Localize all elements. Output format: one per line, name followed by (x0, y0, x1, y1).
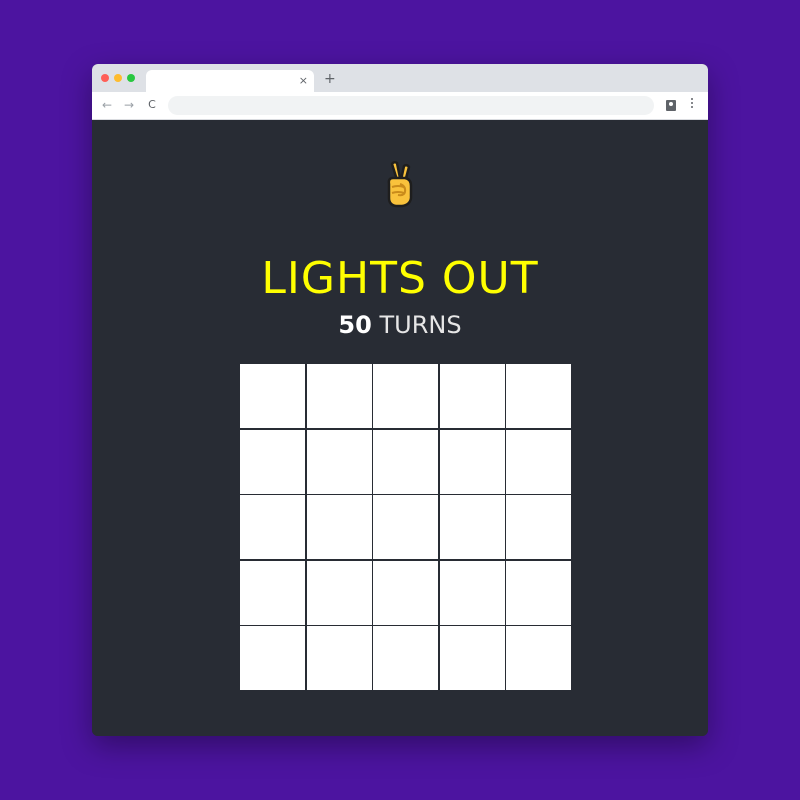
light-cell[interactable] (240, 560, 305, 625)
turns-label: TURNS (379, 311, 462, 339)
window-minimize-button[interactable] (114, 74, 122, 82)
light-cell[interactable] (373, 364, 438, 428)
light-cell[interactable] (240, 364, 305, 428)
new-tab-button[interactable]: + (324, 71, 336, 87)
light-cell[interactable] (506, 495, 571, 559)
light-cell[interactable] (306, 429, 372, 494)
light-cell[interactable] (439, 626, 505, 690)
light-cell[interactable] (373, 560, 438, 625)
light-cell[interactable] (240, 429, 305, 494)
light-cell[interactable] (373, 495, 438, 559)
browser-toolbar: ← → C (92, 92, 708, 120)
victory-hand-icon (92, 160, 708, 215)
light-cell[interactable] (506, 560, 571, 625)
extension-icon[interactable] (666, 100, 676, 111)
lights-board (240, 364, 571, 690)
light-cell[interactable] (240, 495, 305, 559)
back-arrow-icon[interactable]: ← (100, 97, 114, 113)
light-cell[interactable] (439, 495, 505, 559)
page-content: LIGHTS OUT 50 TURNS (92, 120, 708, 736)
light-cell[interactable] (306, 560, 372, 625)
browser-tab[interactable]: × (146, 70, 314, 92)
forward-arrow-icon[interactable]: → (122, 97, 136, 113)
browser-menu-icon[interactable] (690, 98, 694, 112)
light-cell[interactable] (306, 495, 372, 559)
page-title: LIGHTS OUT (261, 253, 539, 305)
tab-close-icon[interactable]: × (299, 73, 308, 89)
light-cell[interactable] (506, 626, 571, 690)
light-cell[interactable] (439, 560, 505, 625)
turns-counter: 50 TURNS (92, 310, 708, 340)
window-close-button[interactable] (101, 74, 109, 82)
address-bar[interactable] (168, 96, 654, 115)
light-cell[interactable] (506, 364, 571, 428)
light-cell[interactable] (506, 429, 571, 494)
light-cell[interactable] (373, 626, 438, 690)
reload-icon[interactable]: C (145, 97, 159, 113)
light-cell[interactable] (439, 364, 505, 428)
turns-count: 50 (338, 311, 372, 339)
light-cell[interactable] (373, 429, 438, 494)
light-cell[interactable] (306, 364, 372, 428)
window-zoom-button[interactable] (127, 74, 135, 82)
light-cell[interactable] (240, 626, 305, 690)
light-cell[interactable] (439, 429, 505, 494)
light-cell[interactable] (306, 626, 372, 690)
browser-window: × + ← → C LIGHTS OUT 50 TURNS (92, 64, 708, 736)
tab-bar: × + (92, 64, 708, 92)
